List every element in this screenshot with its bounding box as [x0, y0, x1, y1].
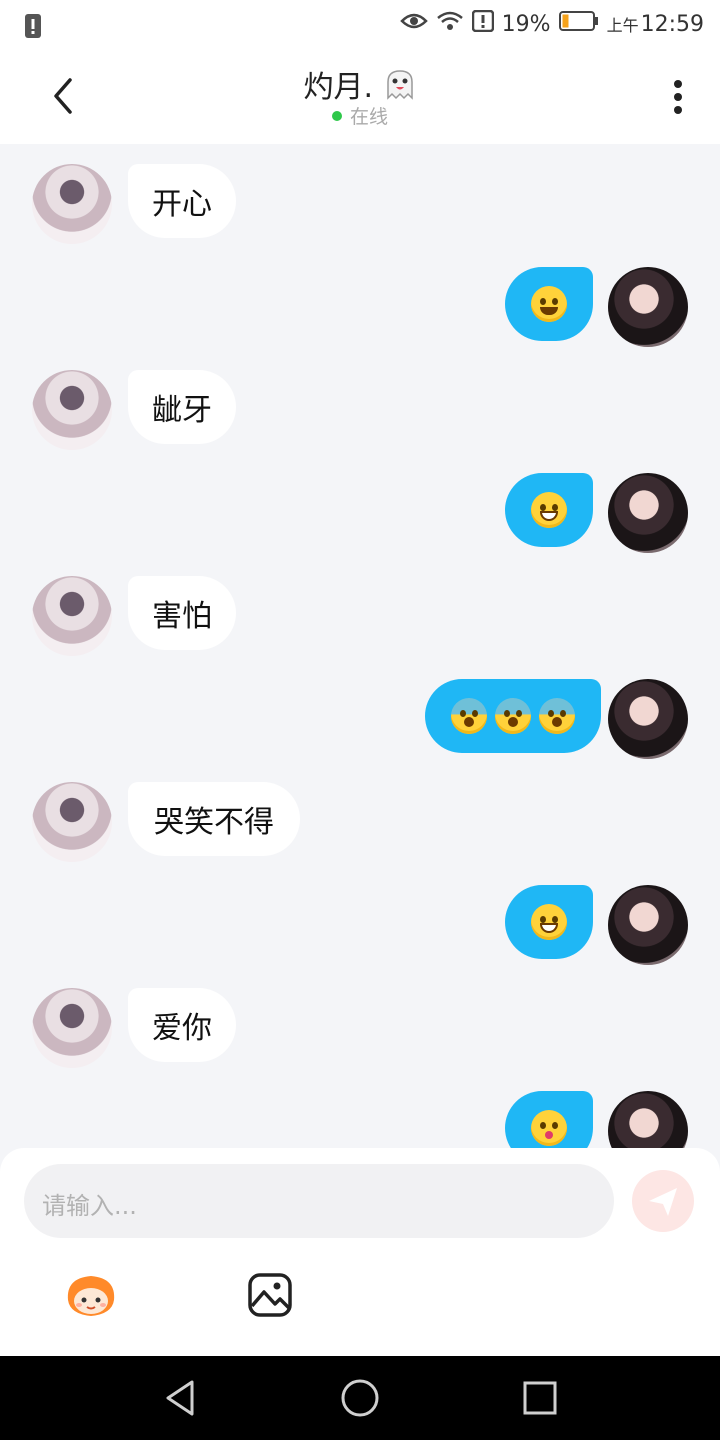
kiss-emoji-icon: [531, 1110, 567, 1146]
triangle-back-icon: [166, 1380, 194, 1416]
nav-home-button[interactable]: [338, 1376, 382, 1420]
my-avatar[interactable]: [608, 679, 688, 759]
my-avatar[interactable]: [608, 885, 688, 965]
my-avatar[interactable]: [608, 473, 688, 553]
message-bubble-received[interactable]: 爱你: [128, 988, 236, 1062]
send-icon: [649, 1188, 677, 1216]
time-period: 上午: [606, 15, 639, 35]
contact-name: 灼月.: [303, 70, 373, 105]
grin-emoji-icon: [531, 492, 567, 528]
message-bubble-sent[interactable]: [505, 473, 593, 547]
my-avatar[interactable]: [608, 1091, 688, 1148]
contact-avatar[interactable]: [32, 988, 112, 1068]
sticker-button[interactable]: [62, 1270, 120, 1320]
more-vertical-icon: [674, 80, 682, 114]
online-dot: [331, 110, 342, 121]
smile-emoji-icon: [531, 286, 567, 322]
message-bubble-received[interactable]: 哭笑不得: [128, 782, 300, 856]
message-list[interactable]: 开心 龇牙 害怕 哭笑不得 爱你: [0, 144, 720, 1148]
image-button[interactable]: [246, 1272, 294, 1318]
scream-emoji-icon: [539, 698, 575, 734]
battery-icon: [558, 10, 599, 38]
sweat-emoji-icon: [495, 698, 531, 734]
message-bubble-sent[interactable]: [505, 885, 593, 959]
message-bubble-sent[interactable]: [505, 1091, 593, 1148]
my-avatar[interactable]: [608, 267, 688, 347]
message-bubble-received[interactable]: 害怕: [128, 576, 236, 650]
anxious-emoji-icon: [451, 698, 487, 734]
message-bubble-sent[interactable]: [505, 267, 593, 341]
warning-icon: [471, 9, 494, 38]
contact-avatar[interactable]: [32, 370, 112, 450]
eye-icon: [399, 11, 428, 37]
online-status-text: 在线: [349, 106, 388, 128]
circle-home-icon: [341, 1379, 379, 1417]
message-bubble-received[interactable]: 开心: [128, 164, 236, 238]
clock: 12:59: [640, 11, 704, 37]
online-status: 在线: [0, 102, 720, 129]
contact-avatar[interactable]: [32, 782, 112, 862]
nav-recents-button[interactable]: [518, 1376, 562, 1420]
status-bar: 19% 上午12:59: [0, 0, 720, 50]
wifi-icon: [436, 10, 464, 38]
sticker-face-icon: [67, 1276, 115, 1316]
contact-avatar[interactable]: [32, 164, 112, 244]
chat-header: 灼月. 在线: [0, 50, 720, 144]
message-input-placeholder: 请输入...: [42, 1192, 137, 1220]
message-input[interactable]: 请输入...: [24, 1164, 614, 1238]
tears-of-joy-emoji-icon: [531, 904, 567, 940]
image-icon: [248, 1273, 292, 1317]
square-recents-icon: [523, 1381, 557, 1415]
composer: 请输入...: [0, 1148, 720, 1356]
message-bubble-received[interactable]: 龇牙: [128, 370, 236, 444]
more-button[interactable]: [672, 78, 684, 118]
nav-back-button[interactable]: [158, 1376, 202, 1420]
system-nav-bar: [0, 1356, 720, 1440]
send-button[interactable]: [632, 1170, 694, 1232]
battery-percent: 19%: [501, 11, 551, 37]
message-bubble-sent[interactable]: [425, 679, 601, 753]
contact-avatar[interactable]: [32, 576, 112, 656]
alert-icon: [24, 12, 42, 44]
